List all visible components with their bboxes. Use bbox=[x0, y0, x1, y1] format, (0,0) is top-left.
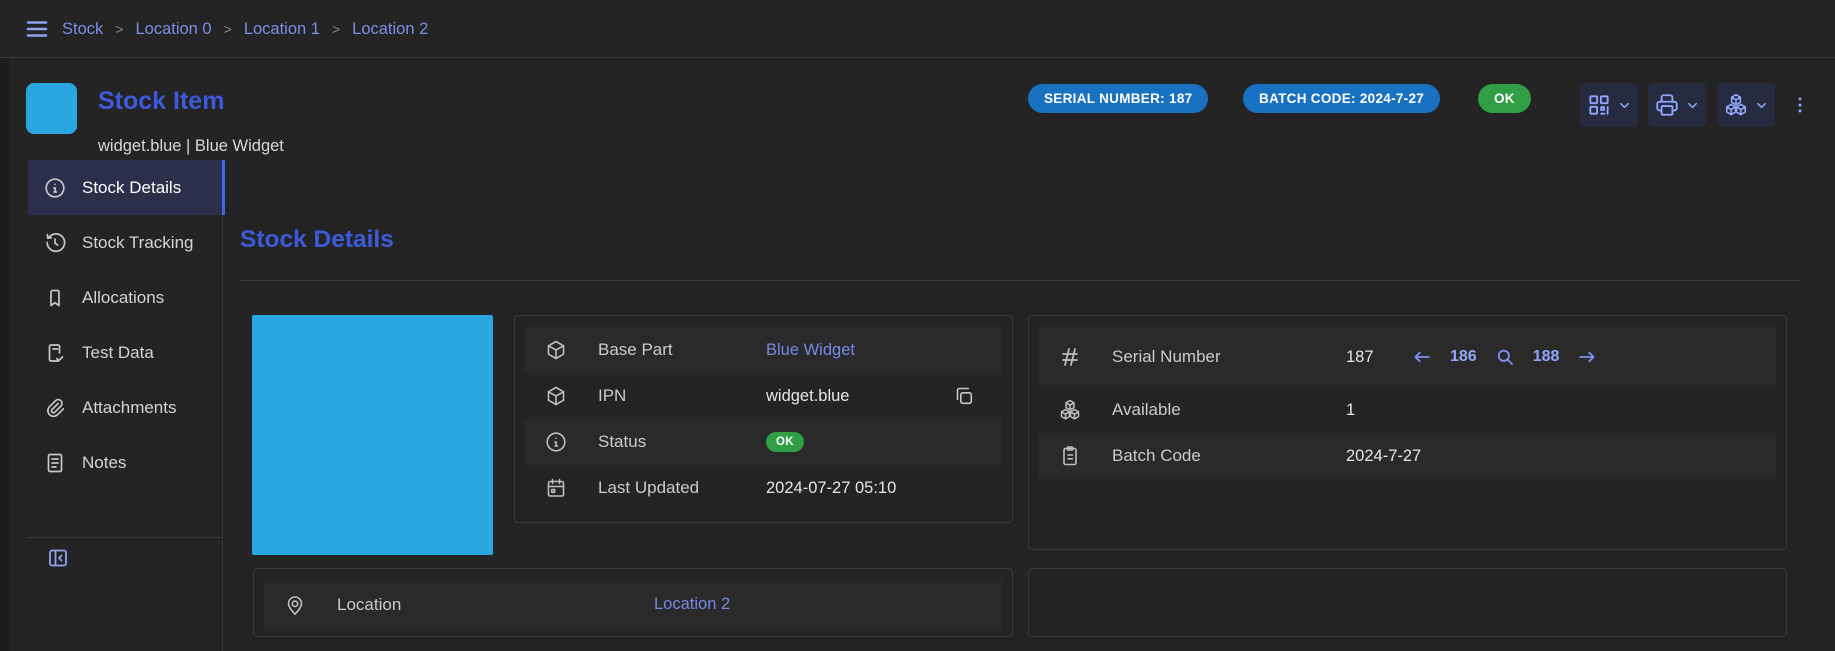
stock-quantity-table: Serial Number 187 186 188 bbox=[1028, 315, 1787, 550]
info-circle-icon bbox=[43, 176, 67, 200]
table-row-base-part: Base Part Blue Widget bbox=[525, 327, 1002, 373]
stock-item-image[interactable] bbox=[252, 315, 493, 555]
sidebar-item-label: Stock Details bbox=[82, 178, 181, 198]
row-label: IPN bbox=[598, 386, 626, 406]
breadcrumb-location-1[interactable]: Location 1 bbox=[244, 20, 320, 39]
location-link[interactable]: Location 2 bbox=[654, 595, 730, 614]
more-options-button[interactable] bbox=[1789, 84, 1811, 126]
paperclip-icon bbox=[43, 396, 67, 420]
sidebar-item-test-data[interactable]: Test Data bbox=[28, 325, 222, 380]
row-label: Batch Code bbox=[1112, 446, 1201, 466]
stock-actions-button[interactable] bbox=[1717, 83, 1775, 127]
box-icon bbox=[544, 338, 568, 362]
sidebar-item-notes[interactable]: Notes bbox=[28, 435, 222, 490]
status-ok-chip: OK bbox=[766, 432, 804, 452]
location-card: Location Location 2 bbox=[253, 568, 1013, 637]
table-row-ipn: IPN widget.blue bbox=[525, 373, 1002, 419]
search-icon[interactable] bbox=[1494, 346, 1516, 368]
serial-navigation: 186 188 bbox=[1411, 327, 1598, 387]
row-label: Status bbox=[598, 432, 646, 452]
bookmark-icon bbox=[43, 286, 67, 310]
arrow-right-icon[interactable] bbox=[1576, 346, 1598, 368]
copy-icon[interactable] bbox=[952, 384, 976, 408]
breadcrumb-location-0[interactable]: Location 0 bbox=[135, 20, 211, 39]
breadcrumb-separator: > bbox=[332, 21, 340, 37]
empty-detail-card bbox=[1028, 568, 1787, 637]
next-serial-link[interactable]: 188 bbox=[1533, 348, 1560, 366]
table-row-batch-code: Batch Code 2024-7-27 bbox=[1039, 433, 1776, 479]
sidebar-item-label: Attachments bbox=[82, 398, 177, 418]
panel-title: Stock Details bbox=[240, 226, 394, 254]
packages-icon bbox=[1058, 398, 1082, 422]
panel-divider bbox=[240, 280, 1800, 281]
table-row-available: Available 1 bbox=[1039, 387, 1776, 433]
table-row-location: Location Location 2 bbox=[264, 580, 1002, 629]
hamburger-menu-icon[interactable] bbox=[24, 17, 50, 41]
table-row-last-updated: Last Updated 2024-07-27 05:10 bbox=[525, 465, 1002, 511]
chevron-down-icon bbox=[1754, 98, 1769, 113]
arrow-left-icon[interactable] bbox=[1411, 346, 1433, 368]
packages-icon bbox=[1723, 92, 1749, 118]
page-subtitle: widget.blue | Blue Widget bbox=[98, 137, 284, 156]
sidebar-collapse-icon[interactable] bbox=[46, 546, 70, 570]
calendar-icon bbox=[544, 476, 568, 500]
base-part-link[interactable]: Blue Widget bbox=[766, 341, 855, 360]
serial-number-badge: SERIAL NUMBER: 187 bbox=[1028, 84, 1208, 113]
barcode-actions-button[interactable] bbox=[1580, 83, 1638, 127]
available-value: 1 bbox=[1346, 401, 1355, 420]
chevron-down-icon bbox=[1617, 98, 1632, 113]
stock-item-thumbnail[interactable] bbox=[26, 83, 77, 134]
row-label: Last Updated bbox=[598, 478, 699, 498]
sidebar-item-label: Allocations bbox=[82, 288, 164, 308]
sidebar-item-label: Notes bbox=[82, 453, 126, 473]
printer-icon bbox=[1654, 92, 1680, 118]
stock-details-table: Base Part Blue Widget IPN widget.blue St… bbox=[514, 315, 1013, 523]
sidebar-footer-divider bbox=[28, 537, 222, 538]
sidebar-item-stock-details[interactable]: Stock Details bbox=[28, 160, 222, 215]
sidebar: Stock Details Stock Tracking Allocations… bbox=[28, 160, 222, 651]
last-updated-value: 2024-07-27 05:10 bbox=[766, 479, 896, 498]
breadcrumb-stock[interactable]: Stock bbox=[62, 20, 103, 39]
page-title: Stock Item bbox=[98, 87, 224, 116]
breadcrumb-location-2[interactable]: Location 2 bbox=[352, 20, 428, 39]
row-label: Base Part bbox=[598, 340, 673, 360]
hash-icon bbox=[1058, 345, 1082, 369]
breadcrumb-separator: > bbox=[115, 21, 123, 37]
status-badge: OK bbox=[1478, 84, 1531, 113]
chevron-down-icon bbox=[1685, 98, 1700, 113]
top-navigation-bar: Stock > Location 0 > Location 1 > Locati… bbox=[0, 0, 1835, 58]
stock-item-page: Stock > Location 0 > Location 1 > Locati… bbox=[0, 0, 1835, 651]
map-pin-icon bbox=[283, 593, 307, 617]
history-icon bbox=[43, 231, 67, 255]
box-icon bbox=[544, 384, 568, 408]
breadcrumb-separator: > bbox=[224, 21, 232, 37]
print-actions-button[interactable] bbox=[1648, 83, 1706, 127]
batch-code-value: 2024-7-27 bbox=[1346, 447, 1421, 466]
row-label: Serial Number bbox=[1112, 347, 1221, 367]
serial-number-value: 187 bbox=[1346, 348, 1374, 367]
row-label: Location bbox=[337, 595, 401, 615]
sidebar-item-attachments[interactable]: Attachments bbox=[28, 380, 222, 435]
previous-serial-link[interactable]: 186 bbox=[1450, 348, 1477, 366]
clipboard-icon bbox=[1058, 444, 1082, 468]
sidebar-item-allocations[interactable]: Allocations bbox=[28, 270, 222, 325]
sidebar-divider-line bbox=[222, 160, 223, 651]
page-left-edge bbox=[0, 58, 10, 651]
qrcode-icon bbox=[1586, 92, 1612, 118]
sidebar-item-label: Stock Tracking bbox=[82, 233, 194, 253]
sidebar-item-label: Test Data bbox=[82, 343, 154, 363]
info-circle-icon bbox=[544, 430, 568, 454]
notes-icon bbox=[43, 451, 67, 475]
dots-vertical-icon bbox=[1789, 94, 1811, 116]
file-check-icon bbox=[43, 341, 67, 365]
breadcrumb: Stock > Location 0 > Location 1 > Locati… bbox=[62, 0, 428, 58]
table-row-status: Status OK bbox=[525, 419, 1002, 465]
table-row-serial-number: Serial Number 187 186 188 bbox=[1039, 327, 1776, 387]
row-label: Available bbox=[1112, 400, 1181, 420]
ipn-value: widget.blue bbox=[766, 387, 849, 406]
batch-code-badge: BATCH CODE: 2024-7-27 bbox=[1243, 84, 1440, 113]
sidebar-item-stock-tracking[interactable]: Stock Tracking bbox=[28, 215, 222, 270]
